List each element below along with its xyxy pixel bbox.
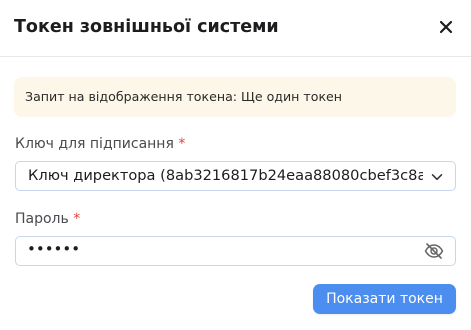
signing-key-select[interactable]: Ключ директора (8ab3216817b24eaa88080cbe…	[15, 161, 456, 191]
required-mark: *	[73, 211, 81, 227]
dialog-title: Токен зовнішньої системи	[14, 17, 279, 37]
password-label: Пароль *	[15, 211, 80, 227]
eye-off-icon[interactable]	[424, 242, 444, 260]
required-mark: *	[178, 136, 186, 152]
signing-key-selected-value: Ключ директора (8ab3216817b24eaa88080cbe…	[28, 167, 423, 184]
signing-key-label: Ключ для підписання *	[15, 136, 185, 152]
password-field[interactable]: ••••••	[15, 236, 456, 266]
chevron-down-icon	[431, 174, 443, 181]
token-dialog: Токен зовнішньої системи Запит на відобр…	[0, 0, 471, 330]
password-label-text: Пароль	[15, 211, 69, 227]
dialog-header: Токен зовнішньої системи	[0, 0, 471, 57]
close-button[interactable]	[437, 18, 455, 36]
request-notice: Запит на відображення токена: Ще один то…	[14, 77, 456, 117]
close-icon	[439, 20, 453, 34]
password-masked-value: ••••••	[27, 240, 81, 258]
signing-key-label-text: Ключ для підписання	[15, 136, 174, 152]
show-token-button[interactable]: Показати токен	[313, 284, 456, 314]
